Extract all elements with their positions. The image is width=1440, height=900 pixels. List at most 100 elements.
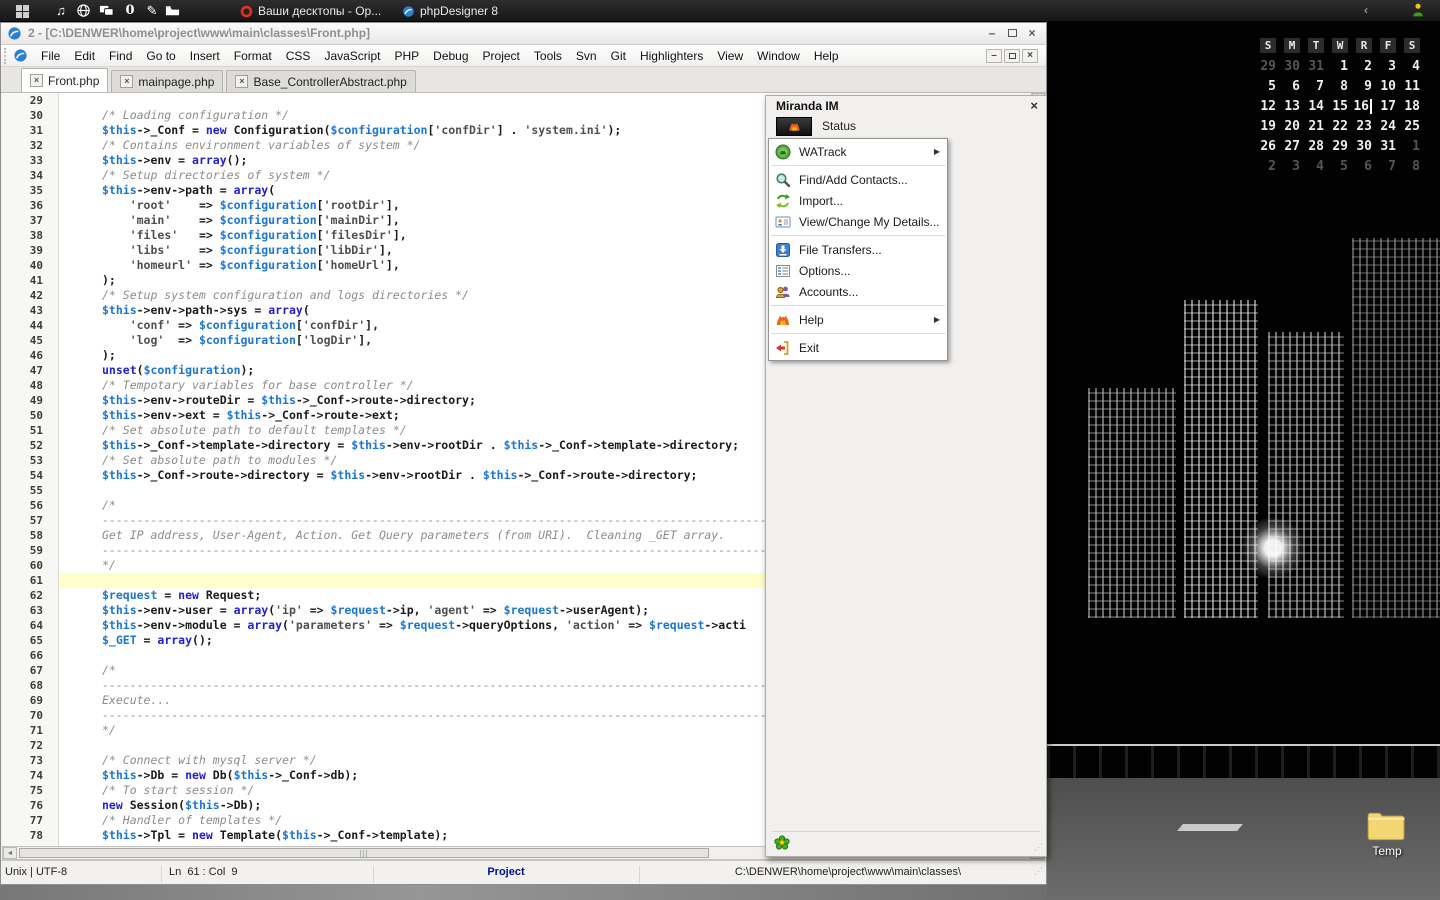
calendar-day[interactable]: 21 [1304, 117, 1328, 137]
menu-item-find[interactable]: Find [102, 45, 139, 67]
taskbar-tab-opera[interactable]: Ваши десктопы - Op... [234, 0, 387, 22]
menu-item-php[interactable]: PHP [387, 45, 426, 67]
line-number[interactable]: 67 [2, 663, 58, 678]
calendar-day[interactable]: 28 [1304, 137, 1328, 157]
line-number[interactable]: 32 [2, 138, 58, 153]
tray-user-icon[interactable] [1410, 2, 1426, 18]
calendar-day[interactable]: 27 [1280, 137, 1304, 157]
menu-item-css[interactable]: CSS [279, 45, 318, 67]
line-number[interactable]: 53 [2, 453, 58, 468]
menu-item-project[interactable]: Project [476, 45, 527, 67]
calendar-day[interactable]: 18 [1400, 97, 1424, 117]
line-number[interactable]: 66 [2, 648, 58, 663]
menu-item-svn[interactable]: Svn [569, 45, 604, 67]
calendar-day[interactable]: 8 [1400, 157, 1424, 177]
calendar-day[interactable]: 15 [1328, 97, 1352, 117]
line-number[interactable]: 63 [2, 603, 58, 618]
calendar-day[interactable]: 2 [1256, 157, 1280, 177]
toolbar-drag-handle[interactable] [4, 48, 8, 64]
line-number[interactable]: 64 [2, 618, 58, 633]
line-number[interactable]: 43 [2, 303, 58, 318]
calendar-day[interactable]: 12 [1256, 97, 1280, 117]
calendar-day[interactable]: 4 [1400, 57, 1424, 77]
opera-o-icon[interactable]: 0 [121, 3, 139, 19]
line-number[interactable]: 74 [2, 768, 58, 783]
mdi-restore-button[interactable] [1004, 49, 1020, 63]
calendar-day[interactable]: 30 [1352, 137, 1376, 157]
miranda-menu-item-watrack[interactable]: WATrack▶ [769, 141, 947, 162]
calendar-day[interactable]: 1 [1328, 57, 1352, 77]
miranda-menu-item-view-change-my-details-[interactable]: View/Change My Details... [769, 211, 947, 232]
line-number[interactable]: 38 [2, 228, 58, 243]
line-number[interactable]: 61 [2, 573, 58, 588]
music-note-icon[interactable]: ♫ [52, 3, 70, 19]
calendar-day[interactable]: 14 [1304, 97, 1328, 117]
menu-item-help[interactable]: Help [807, 45, 846, 67]
menu-item-git[interactable]: Git [604, 45, 633, 67]
line-number[interactable]: 69 [2, 693, 58, 708]
calendar-day[interactable]: 9 [1352, 77, 1376, 97]
calendar-day[interactable]: 16 [1352, 97, 1376, 117]
miranda-menu-item-file-transfers-[interactable]: File Transfers... [769, 239, 947, 260]
line-number[interactable]: 39 [2, 243, 58, 258]
miranda-menu-item-import-[interactable]: Import... [769, 190, 947, 211]
title-bar[interactable]: 2 - [C:\DENWER\home\project\www\main\cla… [1, 23, 1046, 45]
line-number[interactable]: 51 [2, 423, 58, 438]
globe-icon[interactable] [76, 3, 94, 19]
mdi-minimize-button[interactable]: – [986, 49, 1002, 63]
pencil-icon[interactable]: ✎ [143, 3, 161, 19]
menu-item-format[interactable]: Format [227, 45, 279, 67]
calendar-day[interactable]: 30 [1280, 57, 1304, 77]
calendar-day[interactable]: 11 [1400, 77, 1424, 97]
line-number[interactable]: 55 [2, 483, 58, 498]
tab-close-icon[interactable]: × [235, 75, 248, 88]
resize-grip[interactable]: ⋰ [1034, 842, 1043, 853]
miranda-menu-item-options-[interactable]: Options... [769, 260, 947, 281]
editor-tab-Base_ControllerAbstract.php[interactable]: ×Base_ControllerAbstract.php [226, 70, 415, 92]
menu-item-tools[interactable]: Tools [527, 45, 569, 67]
calendar-day[interactable]: 20 [1280, 117, 1304, 137]
menu-item-window[interactable]: Window [750, 45, 807, 67]
line-number[interactable]: 57 [2, 513, 58, 528]
calendar-day[interactable]: 10 [1376, 77, 1400, 97]
tab-close-icon[interactable]: × [120, 75, 133, 88]
line-number[interactable]: 60 [2, 558, 58, 573]
calendar-day[interactable]: 1 [1400, 137, 1424, 157]
status-menu-label[interactable]: Status [822, 119, 856, 133]
tab-close-icon[interactable]: × [30, 74, 43, 87]
calendar-day[interactable]: 26 [1256, 137, 1280, 157]
scrollbar-thumb[interactable]: ||| [19, 848, 709, 858]
calendar-day[interactable]: 7 [1376, 157, 1400, 177]
line-number[interactable]: 65 [2, 633, 58, 648]
line-number[interactable]: 72 [2, 738, 58, 753]
menu-item-go-to[interactable]: Go to [139, 45, 182, 67]
calendar-day[interactable]: 24 [1376, 117, 1400, 137]
editor-tab-mainpage.php[interactable]: ×mainpage.php [111, 70, 223, 92]
calendar-day[interactable]: 13 [1280, 97, 1304, 117]
line-number[interactable]: 75 [2, 783, 58, 798]
calendar-day[interactable]: 29 [1256, 57, 1280, 77]
miranda-menu-item-accounts-[interactable]: Accounts... [769, 281, 947, 302]
line-number[interactable]: 73 [2, 753, 58, 768]
miranda-menu-item-exit[interactable]: Exit [769, 337, 947, 358]
miranda-menu-item-find-add-contacts-[interactable]: Find/Add Contacts... [769, 169, 947, 190]
calendar-day[interactable]: 31 [1376, 137, 1400, 157]
line-number[interactable]: 33 [2, 153, 58, 168]
folder-icon[interactable] [165, 3, 183, 19]
mdi-close-button[interactable]: × [1022, 49, 1038, 63]
line-number[interactable]: 29 [2, 93, 58, 108]
tray-chevron[interactable]: ‹ [1364, 3, 1368, 17]
line-number[interactable]: 62 [2, 588, 58, 603]
resize-grip[interactable]: ⋰ [1034, 866, 1044, 877]
taskbar-tab-phpdesigner[interactable]: phpDesigner 8 [396, 0, 504, 22]
calendar-day[interactable]: 3 [1376, 57, 1400, 77]
calendar-day[interactable]: 31 [1304, 57, 1328, 77]
line-number[interactable]: 37 [2, 213, 58, 228]
calendar-day[interactable]: 17 [1376, 97, 1400, 117]
line-number[interactable]: 50 [2, 408, 58, 423]
line-number[interactable]: 68 [2, 678, 58, 693]
close-button[interactable]: × [1024, 26, 1040, 41]
menu-item-insert[interactable]: Insert [183, 45, 227, 67]
calendar-day[interactable]: 19 [1256, 117, 1280, 137]
line-number[interactable]: 77 [2, 813, 58, 828]
